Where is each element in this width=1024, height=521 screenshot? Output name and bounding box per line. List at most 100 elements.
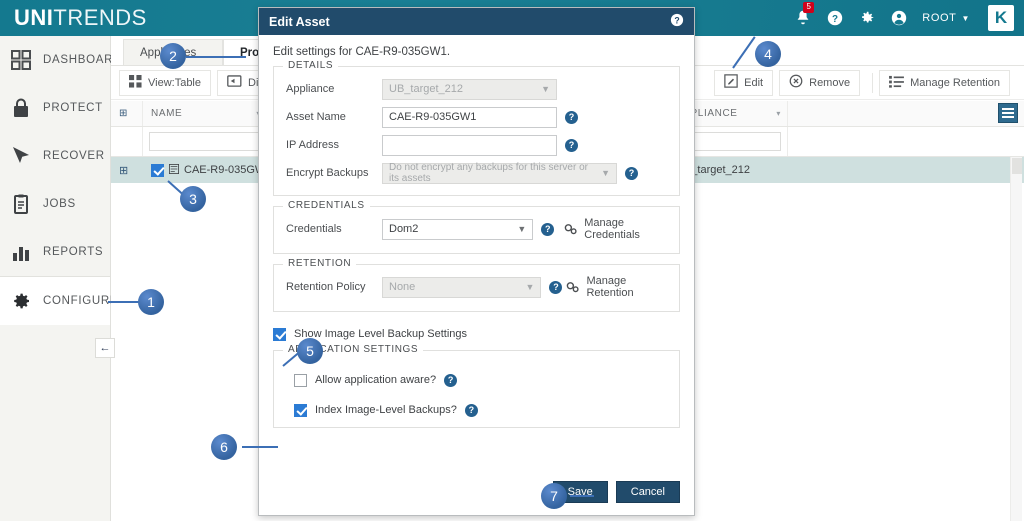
cursor-icon: [10, 145, 32, 167]
details-fieldset: DETAILS Appliance UB_target_212 ▼ Asset …: [273, 60, 680, 196]
help-icon[interactable]: ?: [670, 13, 684, 30]
encrypt-backups-select: Do not encrypt any backups for this serv…: [382, 162, 617, 184]
manage-retention-link[interactable]: Manage Retention: [586, 275, 667, 299]
sidebar-item-dashboard[interactable]: DASHBOARD: [0, 36, 121, 84]
dialog-title: Edit Asset: [269, 14, 330, 29]
encrypt-backups-value: Do not encrypt any backups for this serv…: [389, 162, 588, 184]
server-icon: [169, 163, 179, 177]
credentials-value: Dom2: [389, 223, 419, 235]
allow-application-aware-checkbox[interactable]: [294, 373, 307, 387]
index-image-level-label: Index Image-Level Backups?: [315, 404, 457, 416]
dialog-title-bar: Edit Asset ?: [259, 8, 694, 35]
callout-3: 3: [180, 186, 206, 212]
filter-cell-name: [143, 127, 268, 156]
asset-name-row: Asset Name CAE-R9-035GW1 ?: [286, 103, 667, 131]
row-select-and-name[interactable]: CAE-R9-035GW1: [143, 163, 268, 177]
grid-menu-button[interactable]: [998, 103, 1018, 123]
sidebar-item-jobs[interactable]: JOBS: [0, 180, 110, 228]
gear-icon[interactable]: [858, 9, 876, 27]
retention-policy-label: Retention Policy: [286, 281, 366, 293]
edit-button[interactable]: Edit: [714, 69, 774, 96]
column-label: NAME: [151, 108, 183, 119]
view-table-button[interactable]: View:Table: [119, 69, 211, 96]
column-expander[interactable]: ⊞: [111, 101, 143, 126]
help-icon[interactable]: ?: [464, 403, 478, 417]
help-icon[interactable]: ?: [549, 280, 563, 294]
appliance-value: UB_target_212: [389, 83, 463, 95]
help-icon[interactable]: ?: [826, 9, 844, 27]
help-icon[interactable]: ?: [444, 373, 458, 387]
allow-application-aware-row: Allow application aware? ?: [294, 365, 667, 395]
clipboard-icon: [10, 193, 32, 215]
show-image-level-checkbox[interactable]: [273, 327, 286, 341]
appliance-label: Appliance: [286, 83, 335, 95]
help-icon[interactable]: ?: [541, 222, 555, 236]
scrollbar-thumb[interactable]: [1011, 158, 1022, 174]
sidebar-item-label: REPORTS: [43, 246, 104, 258]
help-icon[interactable]: ?: [625, 166, 638, 180]
callout-6: 6: [211, 434, 237, 460]
sidebar-item-reports[interactable]: REPORTS: [0, 228, 110, 276]
button-label: Manage Retention: [910, 76, 1000, 89]
details-legend: DETAILS: [283, 60, 339, 71]
retention-row: Retention Policy None ▼ ? Manage Retenti…: [286, 273, 667, 301]
sidebar-item-protect[interactable]: PROTECT: [0, 84, 110, 132]
encrypt-backups-row: Encrypt Backups Do not encrypt any backu…: [286, 159, 667, 187]
chevron-down-icon: ▼: [601, 167, 610, 178]
button-label: View:Table: [148, 76, 201, 89]
user-menu[interactable]: ROOT ▼: [922, 12, 970, 24]
appliance-select: UB_target_212 ▼: [382, 78, 557, 100]
help-icon[interactable]: ?: [565, 138, 578, 152]
chevron-down-icon: ▼: [517, 223, 527, 234]
chevron-down-icon[interactable]: ▾: [776, 109, 781, 118]
credentials-row: Credentials Dom2 ▼ ? Manage Credentials: [286, 215, 667, 243]
brand-thin: TRENDS: [53, 5, 147, 30]
grid-icon: [10, 49, 32, 71]
sidebar-item-label: JOBS: [43, 198, 76, 210]
gear-icon: [10, 290, 32, 312]
cancel-button[interactable]: Cancel: [615, 481, 680, 503]
remove-button[interactable]: Remove: [779, 69, 861, 96]
sidebar-item-configure[interactable]: CONFIGURE: [0, 277, 118, 325]
asset-name-field[interactable]: CAE-R9-035GW1: [382, 106, 557, 128]
allow-application-aware-label: Allow application aware?: [315, 374, 437, 386]
sidebar-item-recover[interactable]: RECOVER: [0, 132, 110, 180]
dialog-footer: Save Cancel: [552, 481, 680, 503]
row-checkbox[interactable]: [151, 163, 164, 177]
callout-4: 4: [755, 41, 781, 67]
unitrends-logo: UNITRENDS: [14, 5, 147, 31]
manage-credentials-icon[interactable]: [564, 223, 578, 236]
sidebar-item-label: RECOVER: [43, 150, 105, 162]
manage-retention-button[interactable]: Manage Retention: [879, 69, 1010, 96]
show-image-level-row: Show Image Level Backup Settings: [273, 322, 694, 346]
callout-leader-6: [242, 446, 278, 448]
retention-policy-select: None ▼: [382, 276, 542, 298]
lock-icon: [10, 97, 32, 119]
column-header-name[interactable]: NAME ▾: [143, 101, 268, 126]
manage-credentials-link[interactable]: Manage Credentials: [584, 217, 667, 241]
index-image-level-checkbox[interactable]: [294, 403, 307, 417]
sidebar-collapse-button[interactable]: ←: [95, 338, 115, 358]
bell-icon[interactable]: 5: [794, 2, 815, 27]
retention-fieldset: RETENTION Retention Policy None ▼ ? Mana…: [273, 258, 680, 312]
manage-retention-icon[interactable]: [566, 281, 580, 294]
application-settings-fieldset: APPLICATION SETTINGS Allow application a…: [273, 344, 680, 428]
retention-legend: RETENTION: [283, 258, 357, 269]
row-expander[interactable]: ⊞: [111, 164, 143, 177]
filter-input-name[interactable]: [149, 132, 261, 151]
grid-scrollbar[interactable]: [1010, 157, 1022, 521]
remove-icon: [789, 74, 803, 91]
credentials-label: Credentials: [286, 223, 342, 235]
toolbar-separator: [872, 72, 874, 93]
edit-icon: [724, 74, 738, 91]
filter-cell-filler: [788, 127, 1024, 156]
ip-address-field[interactable]: [382, 134, 557, 156]
callout-5: 5: [297, 338, 323, 364]
kaseya-logo: K: [988, 5, 1014, 31]
callout-leader-2: [186, 56, 246, 58]
credentials-select[interactable]: Dom2 ▼: [382, 218, 534, 240]
help-icon[interactable]: ?: [565, 110, 578, 124]
sidebar-item-label: PROTECT: [43, 102, 103, 114]
user-icon[interactable]: [890, 9, 908, 27]
appliance-row: Appliance UB_target_212 ▼: [286, 75, 667, 103]
